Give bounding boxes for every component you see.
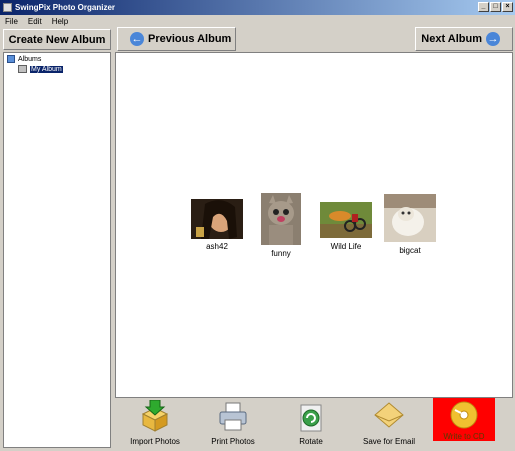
menu-edit[interactable]: Edit (23, 17, 47, 26)
album-icon (18, 65, 27, 73)
album-tree: Albums My Album (3, 52, 111, 448)
menu-help[interactable]: Help (47, 17, 73, 26)
menu-file[interactable]: File (0, 17, 23, 26)
arrow-right-icon: → (486, 32, 500, 46)
import-photos-label: Import Photos (130, 437, 180, 446)
rotate-button[interactable]: Rotate (276, 398, 346, 448)
close-button[interactable]: × (502, 2, 513, 12)
maximize-button[interactable]: □ (490, 2, 501, 12)
print-photos-label: Print Photos (211, 437, 255, 446)
previous-album-button[interactable]: ← Previous Album (117, 27, 236, 51)
next-album-label: Next Album (421, 33, 482, 45)
window-title: SwingPix Photo Organizer (15, 3, 116, 12)
rotate-label: Rotate (299, 437, 323, 446)
create-new-album-button[interactable]: Create New Album (3, 29, 111, 50)
tree-root[interactable]: Albums (7, 55, 41, 63)
save-for-email-button[interactable]: Save for Email (354, 398, 424, 448)
import-box-icon (141, 400, 169, 432)
photo-area: ash42 funny Wild Life bigcat (115, 52, 513, 398)
tree-item-label: My Album (30, 65, 63, 73)
printer-icon (219, 402, 247, 431)
photo-caption: Wild Life (330, 242, 362, 251)
cat-photo-icon (261, 193, 301, 245)
bottom-toolbar: Import Photos Print Photos Rotate Save f… (115, 398, 513, 450)
arrow-left-icon: ← (130, 32, 144, 46)
wildlife-photo-icon (320, 202, 372, 238)
print-photos-button[interactable]: Print Photos (198, 398, 268, 448)
photo-caption: funny (271, 249, 291, 258)
tree-item-my-album[interactable]: My Album (18, 65, 63, 73)
write-to-cd-label: Write to CD (443, 432, 485, 441)
cd-icon (450, 401, 478, 429)
tree-root-label: Albums (18, 55, 42, 63)
rotate-icon (300, 404, 322, 432)
save-for-email-label: Save for Email (362, 437, 416, 446)
albums-folder-icon (7, 55, 15, 63)
title-bar: SwingPix Photo Organizer _ □ × (0, 0, 515, 15)
photo-caption: bigcat (399, 246, 421, 255)
minimize-button[interactable]: _ (478, 2, 489, 12)
create-new-album-label: Create New Album (8, 33, 106, 46)
photo-caption: ash42 (206, 242, 228, 251)
portrait-photo-icon (191, 199, 243, 239)
write-to-cd-button[interactable]: Write to CD (433, 398, 495, 441)
white-cat-photo-icon (384, 194, 436, 242)
menu-bar: File Edit Help (0, 15, 515, 27)
app-icon (3, 3, 12, 12)
next-album-button[interactable]: Next Album → (415, 27, 513, 51)
window-controls: _ □ × (478, 2, 513, 12)
import-photos-button[interactable]: Import Photos (120, 398, 190, 448)
previous-album-label: Previous Album (148, 33, 232, 45)
envelope-icon (374, 402, 404, 428)
